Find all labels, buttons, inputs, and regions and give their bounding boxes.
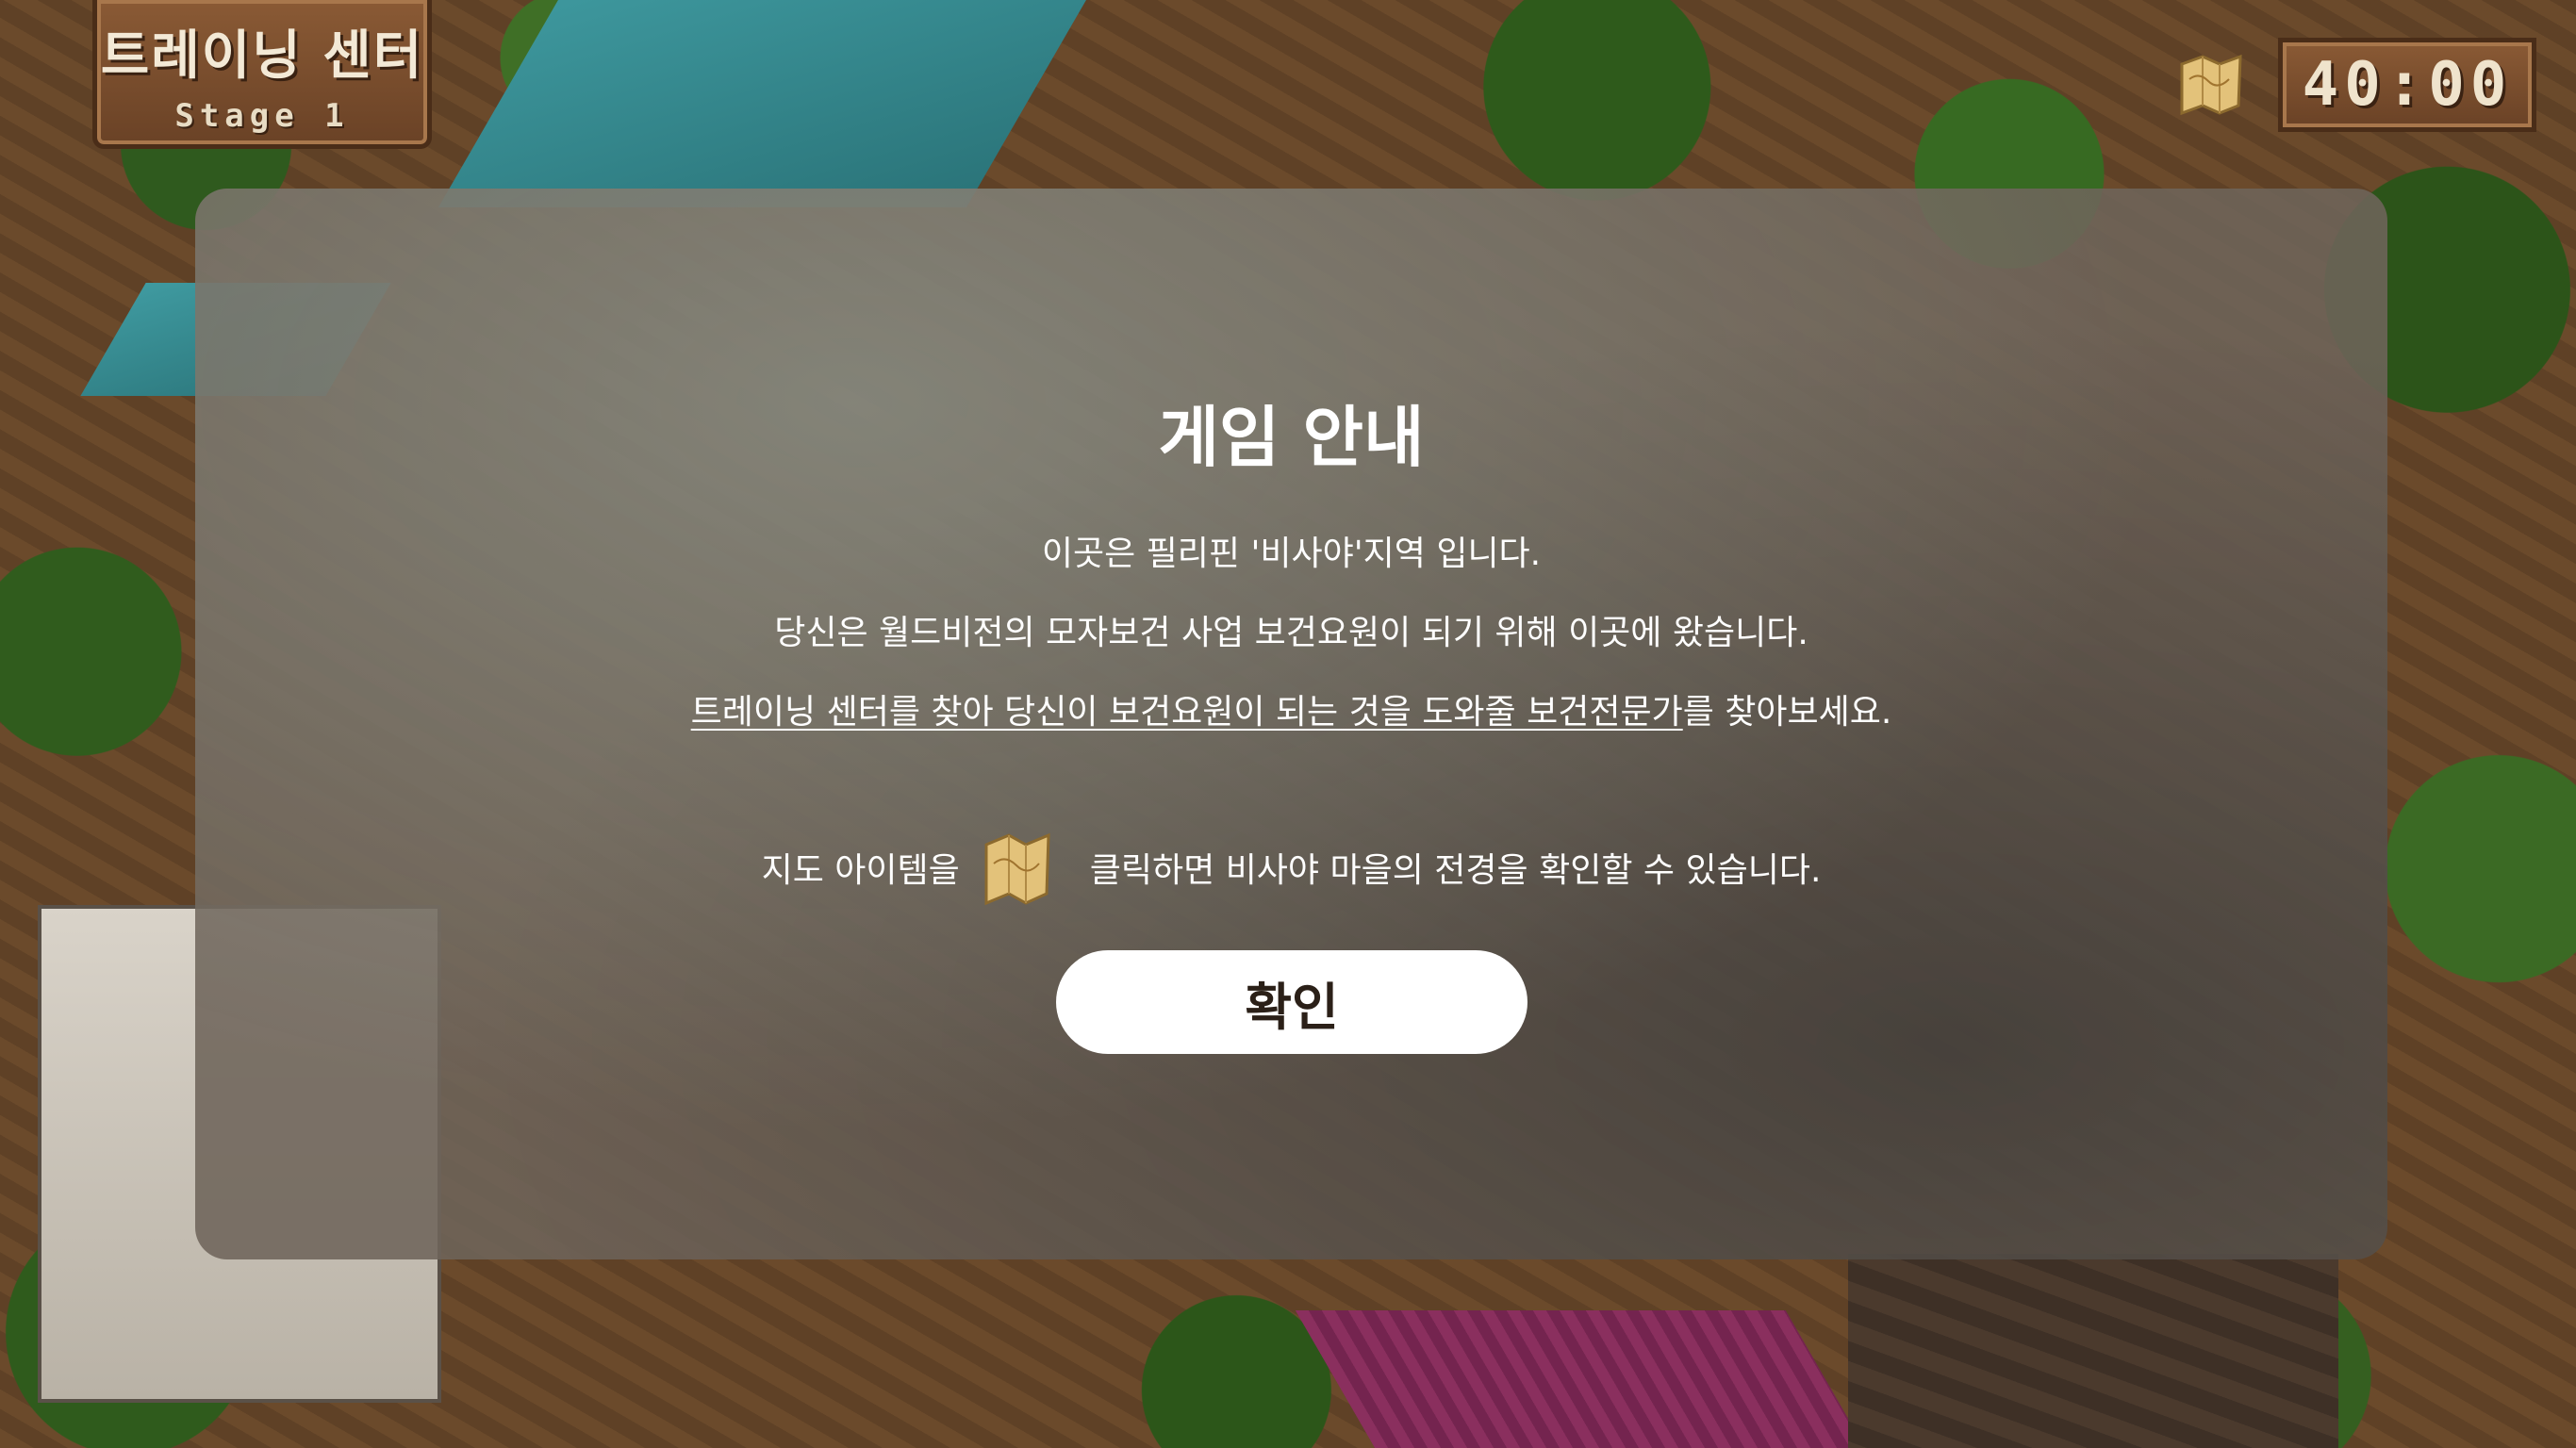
teal-roof-building (438, 0, 1109, 207)
guide-highlight-text: 트레이닝 센터를 찾아 당신이 보건요원이 되는 것을 도와줄 보건전문가 (690, 693, 1683, 732)
stage-badge: 트레이닝 센터 Stage 1 (92, 0, 432, 149)
guide-text-line1: 이곳은 필리핀 '비사야'지역 입니다. (1041, 535, 1542, 573)
modal-title: 게임 안내 (1158, 399, 1425, 476)
game-screen: 트레이닝 센터 Stage 1 40:00 게임 안내 이곳은 필리핀 '비사야… (0, 0, 2576, 1448)
stage-title: 트레이닝 센터 (100, 25, 424, 87)
map-scroll-icon[interactable] (2174, 51, 2246, 117)
guide-text-line3: 트레이닝 센터를 찾아 당신이 보건요원이 되는 것을 도와줄 보건전문가를 찾… (195, 684, 2387, 733)
timer-text: 40:00 (2302, 50, 2513, 120)
guide-text-line3-rest: 를 찾아보세요. (1682, 693, 1892, 732)
guide-text-line2: 당신은 월드비전의 모자보건 사업 보건요원이 되기 위해 이곳에 왔습니다. (774, 614, 1808, 652)
guide-text-line4: 지도 아이템을 클릭하면 비사야 마을의 전경을 확인할 수 있습니다. (195, 828, 2387, 907)
game-guide-modal: 게임 안내 이곳은 필리핀 '비사야'지역 입니다. 당신은 월드비전의 모자보… (195, 189, 2387, 1259)
map-scroll-icon (984, 832, 1050, 906)
guide-text-line4-after: 클릭하면 비사야 마을의 전경을 확인할 수 있습니다. (1089, 851, 1822, 890)
guide-text-line4-before: 지도 아이템을 (761, 851, 960, 890)
wooden-deck (1848, 1254, 2338, 1448)
purple-roof-building (1295, 1310, 1874, 1448)
timer: 40:00 (2278, 38, 2536, 132)
stage-subtitle: Stage 1 (174, 97, 350, 135)
confirm-button[interactable]: 확인 (1056, 950, 1527, 1054)
